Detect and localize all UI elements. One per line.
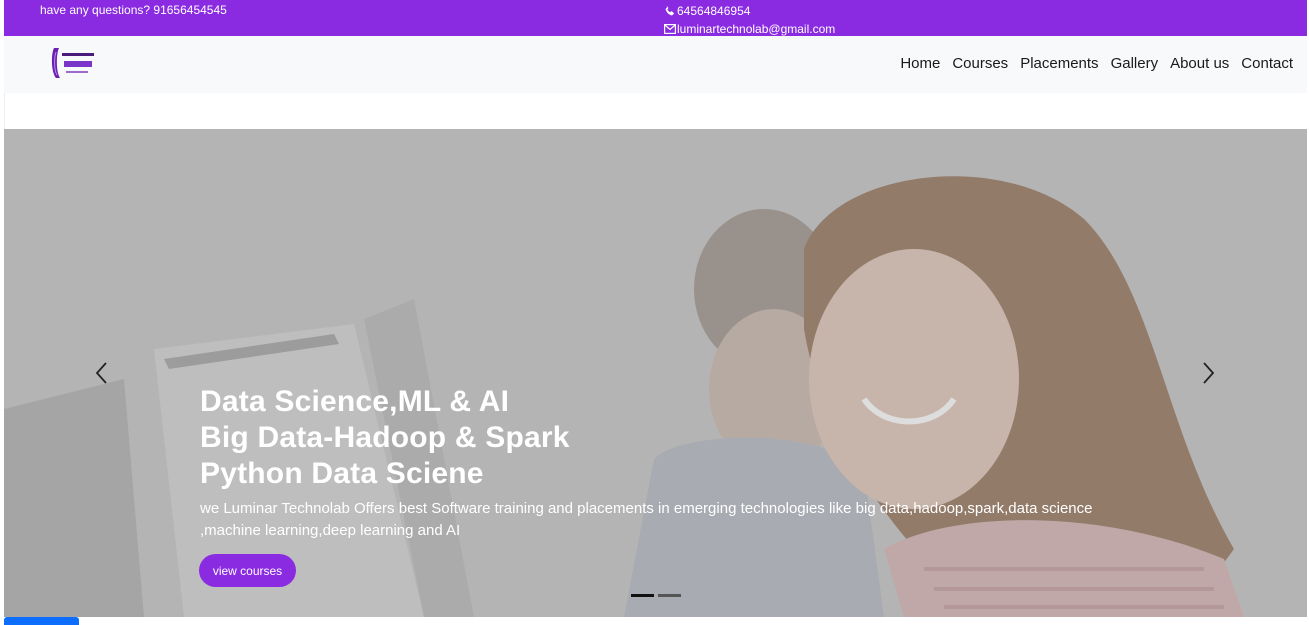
- envelope-icon: [664, 24, 676, 34]
- phone-row[interactable]: 64564846954: [664, 2, 835, 20]
- hero-heading-2: Big Data-Hadoop & Spark: [200, 421, 570, 454]
- hero-description-line-2: ,machine learning,deep learning and AI: [200, 522, 461, 539]
- carousel-indicators: [631, 594, 681, 597]
- main-nav: Home Courses Placements Gallery About us…: [900, 55, 1293, 72]
- carousel-indicator-2[interactable]: [658, 594, 681, 597]
- phone-number: 64564846954: [677, 4, 751, 18]
- brand-logo[interactable]: [48, 44, 98, 82]
- nav-placements[interactable]: Placements: [1020, 55, 1098, 72]
- nav-home[interactable]: Home: [900, 55, 940, 72]
- carousel-prev-button[interactable]: [92, 361, 112, 385]
- phone-icon: [664, 5, 676, 17]
- view-courses-button[interactable]: view courses: [199, 554, 296, 587]
- spacer: [4, 93, 1307, 129]
- hero-description-line-1: we Luminar Technolab Offers best Softwar…: [200, 500, 1093, 517]
- nav-contact[interactable]: Contact: [1241, 55, 1293, 72]
- hero-heading-3: Python Data Sciene: [200, 457, 484, 490]
- hero-caption: Data Science,ML & AI Big Data-Hadoop & S…: [200, 384, 1100, 542]
- top-info-bar: have any questions? 91656454545 64564846…: [4, 0, 1307, 36]
- chevron-right-icon: [1203, 362, 1215, 384]
- hero-carousel: Data Science,ML & AI Big Data-Hadoop & S…: [4, 129, 1307, 617]
- hero-heading-1: Data Science,ML & AI: [200, 385, 510, 418]
- hero-description: we Luminar Technolab Offers best Softwar…: [200, 498, 1100, 542]
- nav-courses[interactable]: Courses: [952, 55, 1008, 72]
- contact-info: 64564846954 luminartechnolab@gmail.com: [664, 2, 835, 38]
- bottom-tab[interactable]: [4, 617, 79, 625]
- hero-overlay: [4, 129, 1307, 617]
- navbar: Home Courses Placements Gallery About us…: [4, 36, 1307, 93]
- questions-text: have any questions? 91656454545: [40, 3, 227, 17]
- nav-gallery[interactable]: Gallery: [1111, 55, 1159, 72]
- page: have any questions? 91656454545 64564846…: [0, 0, 1309, 625]
- chevron-left-icon: [95, 362, 107, 384]
- nav-about-us[interactable]: About us: [1170, 55, 1229, 72]
- carousel-next-button[interactable]: [1198, 361, 1218, 385]
- carousel-indicator-1[interactable]: [631, 594, 654, 597]
